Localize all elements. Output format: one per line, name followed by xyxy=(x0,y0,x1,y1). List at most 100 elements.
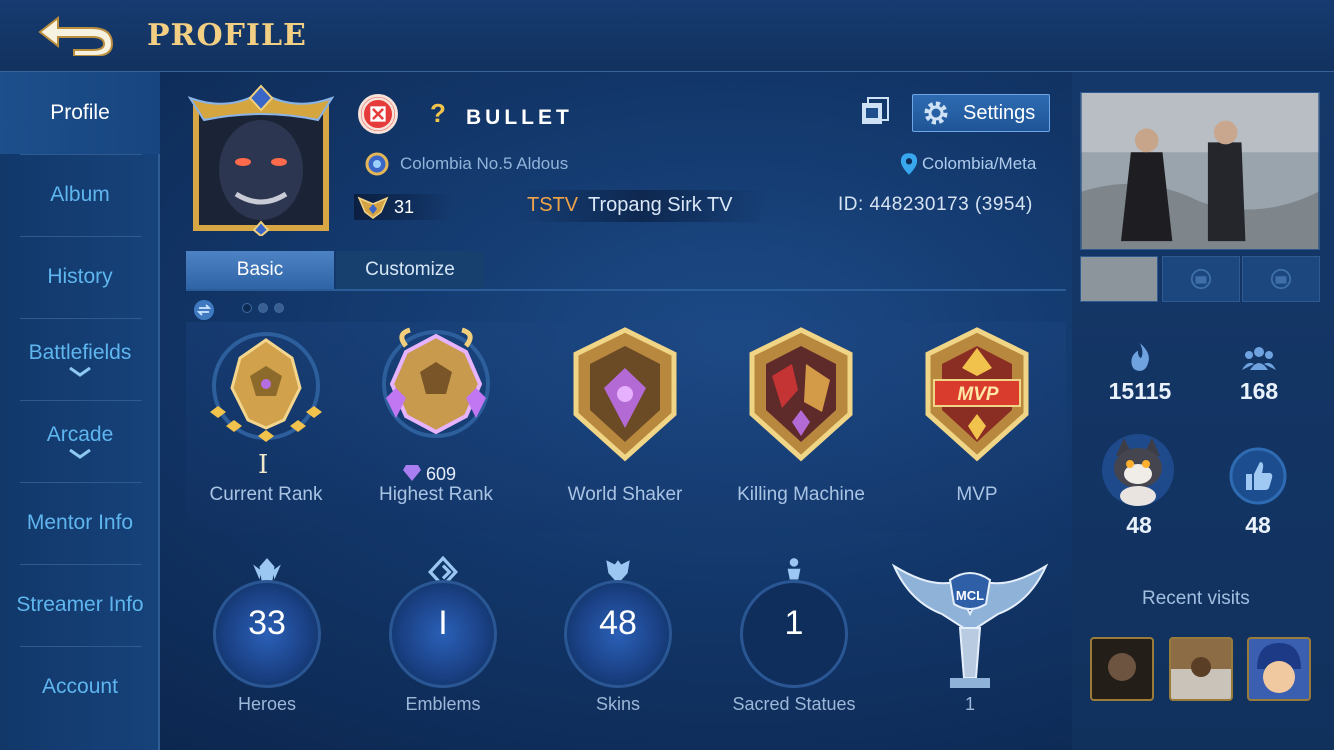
likes-count: 48 xyxy=(1245,512,1271,538)
current-rank-achievement[interactable]: I Current Rank xyxy=(196,322,336,532)
sidebar-item-label: Account xyxy=(42,675,118,698)
group-icon xyxy=(1242,347,1276,370)
sidebar-item-history[interactable]: History xyxy=(0,236,160,318)
stat-label: Heroes xyxy=(237,694,297,714)
squad-tag[interactable]: TSTV xyxy=(527,194,578,217)
killing-machine-achievement[interactable]: Killing Machine xyxy=(726,322,876,532)
photo-slot-3[interactable] xyxy=(1242,256,1320,302)
camera-icon xyxy=(1190,268,1212,290)
sidebar-item-account[interactable]: Account xyxy=(0,646,160,728)
sidebar-item-battlefields[interactable]: Battlefields xyxy=(0,318,160,400)
stat-value: 1 xyxy=(784,604,804,642)
player-title: Colombia No.5 Aldous xyxy=(400,154,569,173)
player-id: ID: 448230173 (3954) xyxy=(838,194,1033,215)
squad-name[interactable]: Tropang Sirk TV xyxy=(588,194,733,217)
chevron-down-icon xyxy=(69,367,91,377)
highest-rank-points: 609 xyxy=(426,464,457,484)
player-region: Colombia/Meta xyxy=(922,154,1037,173)
location-pin-icon xyxy=(900,153,918,175)
recent-visitor-2[interactable] xyxy=(1169,637,1233,701)
sidebar-item-profile[interactable]: Profile xyxy=(0,72,160,154)
title-badge-icon xyxy=(365,152,389,176)
page-title: PROFILE xyxy=(147,18,307,53)
sidebar-item-label: Battlefields xyxy=(28,341,132,364)
sidebar-item-label: History xyxy=(47,265,113,288)
achievement-label: Current Rank xyxy=(209,484,323,505)
killing-machine-badge-icon xyxy=(749,327,853,462)
fire-icon xyxy=(1131,343,1149,371)
stat-mcl[interactable]: MCL 1 xyxy=(890,552,1050,742)
tab-label: Customize xyxy=(365,259,455,280)
followers-count: 168 xyxy=(1239,378,1279,404)
tab-basic[interactable]: Basic xyxy=(186,251,334,289)
sidebar-item-album[interactable]: Album xyxy=(0,154,160,236)
unknown-badge: ? xyxy=(430,98,446,128)
mvp-badge-text: MVP xyxy=(957,384,999,405)
x-badge-icon xyxy=(358,94,398,134)
achievement-label: Killing Machine xyxy=(737,484,865,505)
stat-value: 33 xyxy=(248,604,286,642)
player-level: 31 xyxy=(394,197,415,217)
visitor-avatar xyxy=(1257,643,1301,693)
mvp-achievement[interactable]: MVP MVP xyxy=(902,322,1052,532)
stat-label: 1 xyxy=(964,694,975,714)
stat-skins[interactable]: 48 Skins xyxy=(538,552,698,742)
settings-button[interactable]: Settings xyxy=(912,94,1050,132)
stat-value: 48 xyxy=(599,604,637,642)
stat-label: Skins xyxy=(595,694,640,714)
profile-photo[interactable] xyxy=(1080,92,1320,250)
popularity-count: 15115 xyxy=(1108,378,1172,404)
stat-heroes[interactable]: 33 Heroes xyxy=(187,552,347,742)
sidebar-item-streamer-info[interactable]: Streamer Info xyxy=(0,564,160,646)
visitor-avatar xyxy=(1108,653,1136,681)
page-dot[interactable] xyxy=(274,303,284,313)
world-shaker-achievement[interactable]: World Shaker xyxy=(550,322,700,532)
sidebar: Profile Album History Battlefields Arcad… xyxy=(0,72,160,750)
photo-thumb-1[interactable] xyxy=(1080,256,1158,302)
player-name: BULLET xyxy=(466,106,573,129)
mythic-emblem-icon xyxy=(382,327,490,438)
right-panel: 15115 168 48 48 Recent visits xyxy=(1072,72,1334,750)
swap-icon[interactable] xyxy=(194,300,214,320)
profile-main: ? BULLET Settings Colombia No.5 Aldous C… xyxy=(162,72,1070,750)
rank-emblem-icon xyxy=(210,332,322,442)
tab-customize[interactable]: Customize xyxy=(336,251,484,289)
achievement-label: Highest Rank xyxy=(378,484,494,505)
achievement-label: MVP xyxy=(956,484,998,505)
recent-visitor-3[interactable] xyxy=(1247,637,1311,701)
pet-icon[interactable] xyxy=(1098,430,1178,510)
photo-slot-2[interactable] xyxy=(1162,256,1240,302)
pet-count: 48 xyxy=(1126,512,1152,538)
sidebar-item-mentor-info[interactable]: Mentor Info xyxy=(0,482,160,564)
page-dot[interactable] xyxy=(242,303,252,313)
thumbs-up-icon[interactable] xyxy=(1228,446,1288,506)
gear-icon xyxy=(924,101,948,125)
back-arrow-icon[interactable] xyxy=(34,12,116,56)
sidebar-item-label: Arcade xyxy=(46,423,114,446)
mcl-trophy-icon xyxy=(891,563,1049,688)
stat-label: Emblems xyxy=(405,694,481,714)
sidebar-item-label: Streamer Info xyxy=(16,593,144,616)
tab-underline xyxy=(186,289,1066,291)
recent-visitor-1[interactable] xyxy=(1090,637,1154,701)
chevron-down-icon xyxy=(69,449,91,459)
header-bar: PROFILE xyxy=(0,0,1334,72)
stat-sacred-statues[interactable]: 1 Sacred Statues xyxy=(714,552,874,742)
page-dot-active[interactable] xyxy=(258,303,268,313)
sidebar-item-label: Profile xyxy=(50,101,110,124)
copy-icon[interactable] xyxy=(860,96,890,126)
avatar[interactable] xyxy=(188,84,334,236)
current-rank-tier: I xyxy=(258,450,269,480)
diamond-icon xyxy=(403,465,421,481)
sidebar-item-label: Mentor Info xyxy=(26,511,134,534)
stat-label: Sacred Statues xyxy=(732,694,856,714)
stat-emblems[interactable]: I Emblems xyxy=(363,552,523,742)
recent-visits-label: Recent visits xyxy=(1142,588,1250,609)
tab-label: Basic xyxy=(236,259,284,280)
world-shaker-badge-icon xyxy=(573,327,677,462)
highest-rank-achievement[interactable]: 609 Highest Rank xyxy=(366,322,506,532)
settings-label: Settings xyxy=(963,101,1036,124)
camera-icon xyxy=(1270,268,1292,290)
visitor-avatar xyxy=(1171,657,1231,699)
sidebar-item-arcade[interactable]: Arcade xyxy=(0,400,160,482)
